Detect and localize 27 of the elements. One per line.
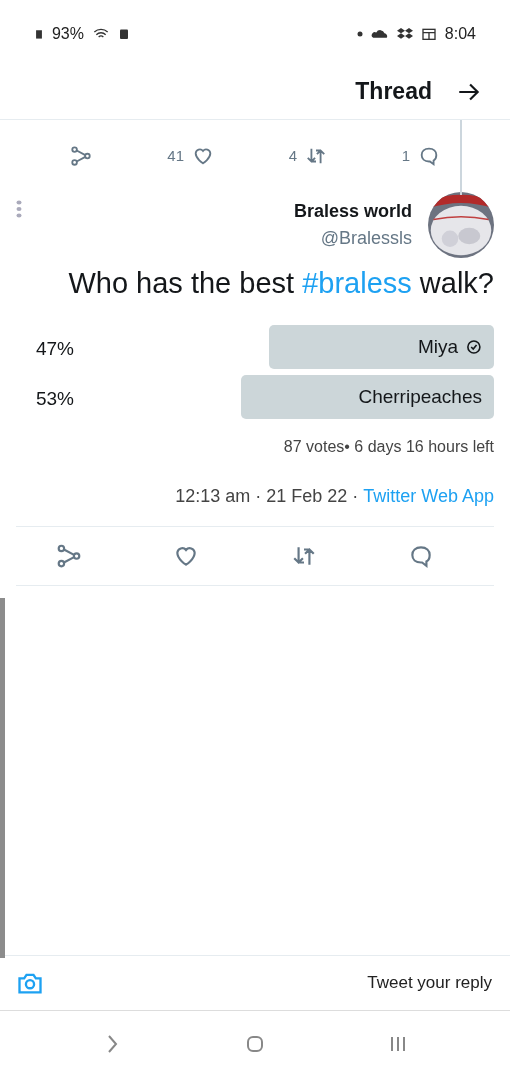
status-time: 8:04 <box>444 24 476 44</box>
reply-icon <box>418 145 440 167</box>
more-icon <box>16 199 22 218</box>
poll-percent: 47% <box>36 336 75 361</box>
author-handle: @Bralessls <box>320 227 412 250</box>
author-name: Braless world <box>293 200 412 223</box>
poll-summary: 87 votes• 6 days 16 hours left <box>283 436 494 457</box>
page-title: Thread <box>355 77 432 107</box>
check-circle-icon <box>466 338 482 355</box>
share-icon <box>70 145 92 167</box>
share-button[interactable] <box>70 145 92 167</box>
tweet-text: Who has the best #braless walk? <box>68 266 494 301</box>
calendar-icon <box>420 26 437 42</box>
reply-button[interactable]: 1 <box>401 144 440 168</box>
poll-option[interactable]: Miya <box>269 324 494 369</box>
poll-percent: 53% <box>36 386 75 411</box>
dot-icon <box>356 31 363 37</box>
share-button[interactable] <box>56 542 82 569</box>
scrollbar[interactable] <box>0 597 5 958</box>
source-link[interactable]: Twitter Web App <box>363 482 494 510</box>
reply-field[interactable]: Tweet your reply <box>44 969 494 997</box>
retweet-button[interactable]: 4 <box>288 144 327 168</box>
battery-percent: 93% <box>52 24 85 44</box>
poll-option[interactable]: Cherripeaches <box>240 374 494 419</box>
tweet-timestamp: 12:13 am · 21 Feb 22 · <box>175 484 360 508</box>
like-button[interactable]: 41 <box>166 144 214 168</box>
share-icon <box>56 542 82 569</box>
